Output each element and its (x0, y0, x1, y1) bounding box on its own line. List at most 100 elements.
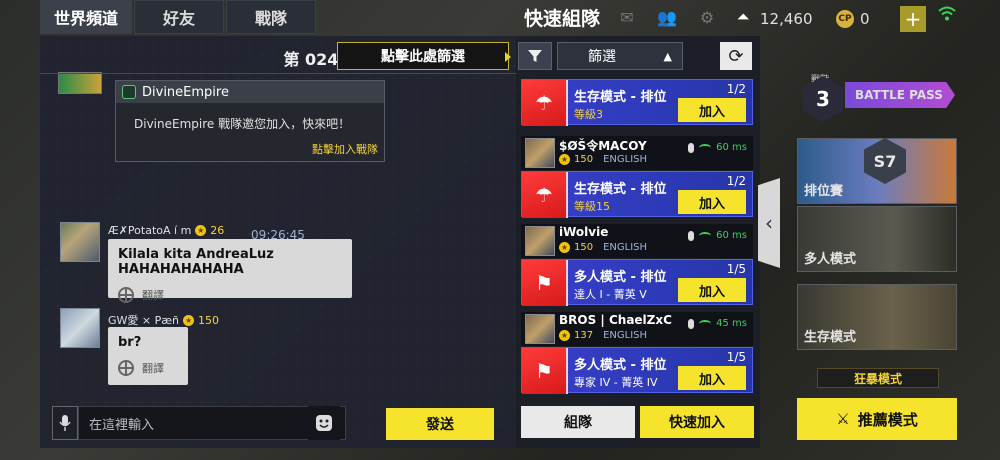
translate-button[interactable]: 翻譯 (118, 287, 342, 303)
ping-indicator: 60 ms (688, 142, 747, 153)
survival-label: 生存模式 (804, 330, 857, 345)
chat-input[interactable]: 在這裡輸入 (78, 406, 346, 440)
mode-name: 多人模式 - 排位 (574, 270, 667, 285)
star-icon: ★ (195, 225, 207, 236)
player-language: ENGLISH (603, 330, 648, 341)
player-language: ENGLISH (603, 154, 648, 165)
filter-dropdown[interactable]: 篩選 ▲ (557, 42, 683, 70)
avatar[interactable] (60, 308, 100, 348)
ping-value: 60 ms (716, 142, 747, 153)
player-name: $ØŠ令MACOY (559, 139, 647, 153)
mic-icon (688, 142, 695, 153)
wifi-icon (938, 6, 956, 25)
join-button[interactable]: 加入 (678, 98, 746, 122)
join-button[interactable]: 加入 (678, 366, 746, 390)
invite-text: DivineEmpire 戰隊邀您加入，快來吧！ (134, 117, 351, 131)
collapse-panel-icon[interactable]: ‹ (758, 178, 780, 268)
translate-label: 翻譯 (142, 289, 164, 302)
refresh-icon[interactable]: ⟳ (720, 42, 752, 70)
join-button[interactable]: 加入 (678, 190, 746, 214)
mode-name: 生存模式 - 排位 (574, 90, 667, 105)
mode-name: 生存模式 - 排位 (574, 182, 667, 197)
parachute-icon: ☂ (522, 80, 568, 126)
translate-button[interactable]: 翻譯 (118, 360, 178, 376)
gear-icon[interactable]: ⚙ (696, 8, 718, 27)
emoji-icon[interactable] (308, 406, 340, 440)
crossed-swords-icon: ⚔ (836, 410, 850, 428)
microphone-icon[interactable] (52, 406, 78, 440)
send-button[interactable]: 發送 (386, 408, 494, 440)
parachute-icon: ☂ (522, 172, 568, 218)
ping-value: 60 ms (716, 230, 747, 241)
survival-mode-card[interactable]: 生存模式 (797, 284, 957, 350)
mode-level: 等級3 (574, 108, 603, 121)
team-up-button[interactable]: 組隊 (521, 406, 635, 438)
friends-icon[interactable]: 👥 (656, 8, 678, 27)
wifi-icon (699, 231, 712, 240)
clan-emblem-icon (122, 85, 136, 99)
avatar[interactable] (525, 138, 555, 168)
quick-join-button[interactable]: 快速加入 (640, 406, 754, 438)
player-row[interactable]: BROS | ChaelZxC ★ 137 ENGLISH 45 ms (521, 312, 753, 346)
quick-squad-title: 快速組隊 (524, 8, 601, 30)
multiplayer-mode-card[interactable]: 多人模式 (797, 206, 957, 272)
player-row[interactable]: iWolvie ★ 150 ENGLISH 60 ms (521, 224, 753, 258)
chat-panel: DivineEmpire DivineEmpire 戰隊邀您加入，快來吧！ 點擊… (40, 36, 516, 448)
ranked-label: 排位賽 (804, 184, 844, 199)
invite-header: DivineEmpire (116, 81, 384, 103)
star-icon: ★ (559, 154, 570, 165)
cp-value: 0 (860, 10, 870, 28)
tab-friends[interactable]: 好友 (134, 0, 224, 34)
globe-icon (118, 360, 134, 376)
player-level: 150 (574, 154, 594, 165)
player-level: 150 (574, 242, 594, 253)
recommended-mode-button[interactable]: ⚔ 推薦模式 (797, 398, 957, 440)
multiplayer-label: 多人模式 (804, 252, 857, 267)
recommend-label: 推薦模式 (857, 410, 918, 429)
flag-icon: ⚑ (522, 348, 568, 394)
sender-avatar[interactable] (58, 72, 102, 94)
mail-icon[interactable]: ✉ (616, 8, 638, 27)
wifi-icon (699, 143, 712, 152)
sender-name: Æ✗PotatoA í m (108, 224, 192, 237)
squad-mode-card: ☂ 生存模式 - 排位 等級3 1/2 加入 (521, 79, 753, 126)
cod-points: 12,460 (760, 10, 813, 28)
player-level: 137 (574, 330, 594, 341)
avatar[interactable] (60, 222, 100, 262)
ping-indicator: 60 ms (688, 230, 747, 241)
message-text: Kilala kita AndreaLuz HAHAHAHAHAHA (118, 247, 274, 277)
message-sender: Æ✗PotatoA í m ★ 26 (108, 224, 224, 237)
flag-icon: ⚑ (522, 260, 568, 306)
tab-world-channel[interactable]: 世界頻道 (40, 0, 132, 34)
cod-points-value: 12,460 (760, 10, 813, 28)
message-bubble: br? 翻譯 (108, 327, 188, 385)
tab-clan[interactable]: 戰隊 (226, 0, 316, 34)
player-name: BROS | ChaelZxC (559, 313, 672, 327)
sender-level: 150 (198, 313, 220, 327)
avatar[interactable] (525, 314, 555, 344)
cp-coin-icon: CP (836, 10, 854, 28)
mode-count: 1/2 (726, 174, 746, 188)
squad-mode-card: ⚑ 多人模式 - 排位 專家 IV - 菁英 IV 1/5 加入 (521, 347, 753, 394)
star-icon: ★ (183, 314, 195, 326)
avatar[interactable] (525, 226, 555, 256)
caret-up-icon[interactable]: ⏶ (732, 6, 754, 28)
mode-name: 多人模式 - 排位 (574, 358, 667, 373)
bp-level-badge[interactable]: 3 (803, 76, 843, 122)
filter-icon[interactable] (518, 42, 552, 70)
add-currency-button[interactable]: + (900, 6, 926, 32)
player-name: iWolvie (559, 225, 609, 239)
player-language: ENGLISH (603, 242, 648, 253)
ping-indicator: 45 ms (688, 318, 747, 329)
player-meta: ★ 150 ENGLISH (559, 242, 647, 253)
player-row[interactable]: $ØŠ令MACOY ★ 150 ENGLISH 60 ms (521, 136, 753, 170)
filter-tooltip[interactable]: 點擊此處篩選 (337, 42, 511, 70)
battle-pass-button[interactable]: BATTLE PASS (845, 82, 955, 108)
star-icon: ★ (559, 242, 570, 253)
join-clan-link[interactable]: 點擊加入戰隊 (312, 141, 378, 157)
mode-count: 1/2 (726, 82, 746, 96)
join-button[interactable]: 加入 (678, 278, 746, 302)
mode-rank-range: 達人 I - 菁英 V (574, 288, 647, 301)
mic-icon (688, 318, 695, 329)
squad-mode-card: ☂ 生存模式 - 排位 等級15 1/2 加入 (521, 171, 753, 218)
